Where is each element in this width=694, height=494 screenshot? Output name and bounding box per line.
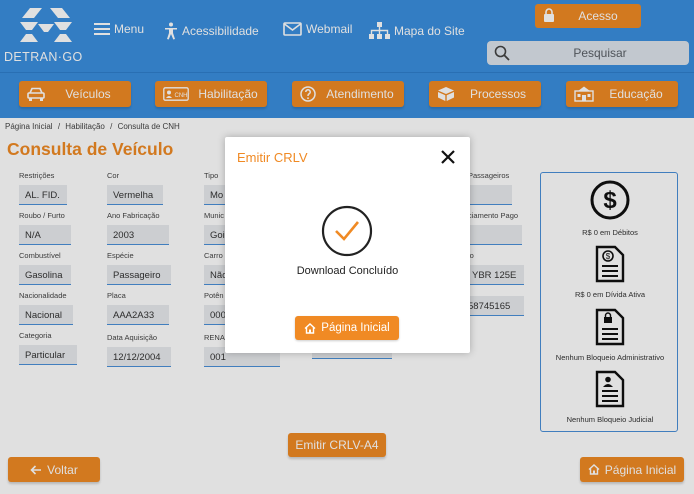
check-circle-icon xyxy=(321,205,373,257)
emitir-crlv-modal: Emitir CRLV Download Concluído Página In… xyxy=(225,137,470,353)
home-icon xyxy=(304,322,316,334)
close-icon[interactable] xyxy=(439,148,457,166)
modal-message: Download Concluído xyxy=(296,265,399,277)
modal-pagina-inicial-button[interactable]: Página Inicial xyxy=(295,316,399,340)
modal-button-label: Página Inicial xyxy=(321,322,390,334)
modal-title: Emitir CRLV xyxy=(237,150,308,165)
